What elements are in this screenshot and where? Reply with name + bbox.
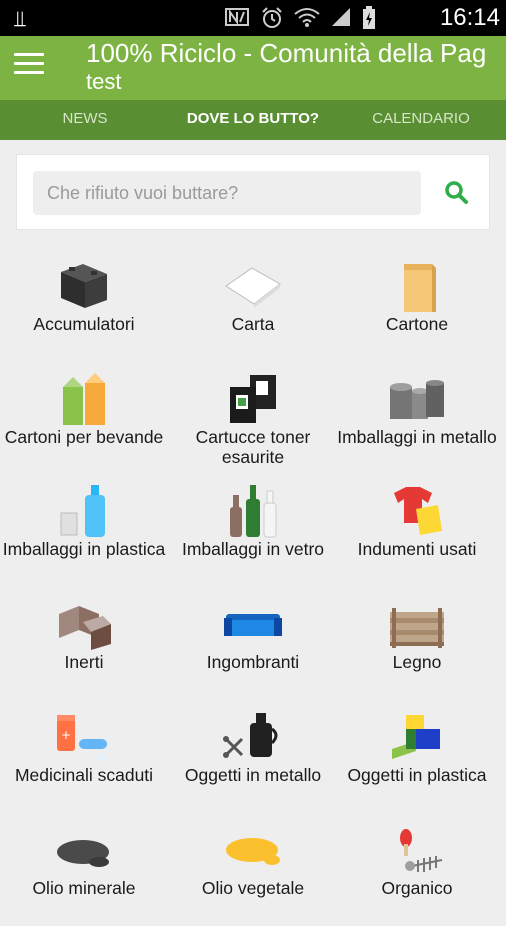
category-item[interactable]: Cartucce toner esaurite: [169, 363, 337, 475]
plastic-objects-icon: [386, 709, 448, 765]
svg-text:+: +: [61, 728, 71, 742]
category-item[interactable]: Indumenti usati: [333, 475, 501, 587]
category-item[interactable]: Organico: [333, 814, 501, 926]
vegetable-oil-icon: [222, 822, 284, 878]
category-label: Legno: [392, 652, 442, 672]
battery-icon: [363, 6, 375, 29]
category-label: Inerti: [64, 652, 104, 672]
category-label: Organico: [381, 878, 453, 898]
sofa-icon: [222, 596, 284, 652]
tab-bar: NEWS DOVE LO BUTTO? CALENDARIO: [0, 100, 506, 140]
category-item[interactable]: Carta: [169, 250, 337, 362]
category-label: Medicinali scaduti: [14, 765, 154, 785]
plastic-bottle-icon: [53, 483, 115, 539]
category-item[interactable]: Olio minerale: [0, 814, 168, 926]
category-item[interactable]: Imballaggi in plastica: [0, 475, 168, 587]
bricks-icon: [53, 596, 115, 652]
category-item[interactable]: Imballaggi in vetro: [169, 475, 337, 587]
organic-waste-icon: [386, 822, 448, 878]
search-card: [16, 154, 490, 230]
category-label: Imballaggi in metallo: [337, 427, 497, 447]
nfc-icon: [225, 8, 249, 26]
used-clothes-icon: [386, 483, 448, 539]
signal-icon: [332, 8, 350, 26]
category-label: Ingombranti: [206, 652, 300, 672]
category-label: Cartoni per bevande: [4, 427, 164, 447]
tab-dove-lo-butto[interactable]: DOVE LO BUTTO?: [170, 100, 336, 140]
category-label: Carta: [231, 314, 275, 334]
search-icon[interactable]: [443, 179, 471, 207]
category-item[interactable]: Cartoni per bevande: [0, 363, 168, 475]
category-label: Accumulatori: [33, 314, 135, 334]
wifi-icon: [294, 8, 320, 27]
battery-accumulator-icon: [53, 258, 115, 314]
category-item[interactable]: Cartone: [333, 250, 501, 362]
category-item[interactable]: Inerti: [0, 588, 168, 700]
alarm-icon: [262, 7, 282, 28]
usb-icon: ⫫: [14, 6, 27, 31]
paper-icon: [222, 258, 284, 314]
category-item[interactable]: Imballaggi in metallo: [333, 363, 501, 475]
category-item[interactable]: Oggetti in metallo: [169, 701, 337, 813]
search-input[interactable]: [33, 171, 421, 215]
category-label: Olio vegetale: [201, 878, 305, 898]
status-bar: ⫫ 16:14: [0, 0, 506, 36]
drink-cartons-icon: [53, 371, 115, 427]
category-label: Indumenti usati: [357, 539, 477, 559]
category-label: Oggetti in plastica: [347, 765, 487, 785]
category-label: Imballaggi in vetro: [181, 539, 325, 559]
category-item[interactable]: Accumulatori: [0, 250, 168, 362]
category-item[interactable]: Olio vegetale: [169, 814, 337, 926]
toner-cartridge-icon: [222, 371, 284, 427]
menu-icon[interactable]: [14, 53, 44, 77]
status-time: 16:14: [439, 4, 500, 31]
wooden-crate-icon: [386, 596, 448, 652]
category-label: Cartone: [385, 314, 449, 334]
mineral-oil-icon: [53, 822, 115, 878]
medicine-icon: +: [53, 709, 115, 765]
glass-bottles-icon: [222, 483, 284, 539]
status-icons: [224, 6, 376, 30]
metal-cans-icon: [386, 371, 448, 427]
category-item[interactable]: Oggetti in plastica: [333, 701, 501, 813]
category-item[interactable]: Legno: [333, 588, 501, 700]
app-bar: 100% Riciclo - Comunità della Pag test: [0, 36, 506, 100]
tab-news[interactable]: NEWS: [0, 100, 170, 140]
category-item[interactable]: Ingombranti: [169, 588, 337, 700]
category-item[interactable]: + Medicinali scaduti: [0, 701, 168, 813]
category-label: Imballaggi in plastica: [2, 539, 166, 559]
app-title: 100% Riciclo - Comunità della Pag: [86, 38, 487, 68]
tab-calendario[interactable]: CALENDARIO: [336, 100, 506, 140]
category-label: Olio minerale: [32, 878, 136, 898]
app-subtitle: test: [86, 69, 122, 94]
metal-objects-icon: [222, 709, 284, 765]
category-label: Oggetti in metallo: [184, 765, 322, 785]
cardboard-bag-icon: [386, 258, 448, 314]
category-label: Cartucce toner esaurite: [195, 427, 311, 467]
